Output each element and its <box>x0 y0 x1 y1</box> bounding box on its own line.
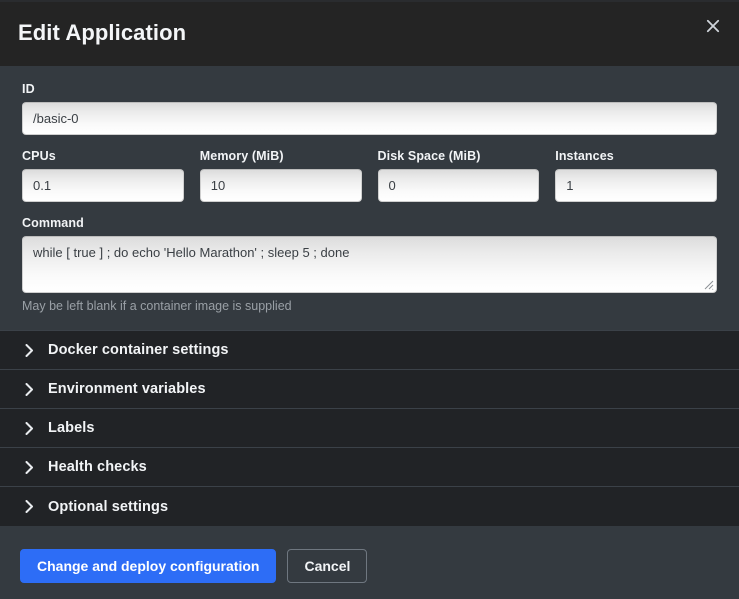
dialog-footer: Change and deploy configuration Cancel <box>0 532 739 599</box>
accordion-label: Environment variables <box>48 381 206 397</box>
accordion-item-labels[interactable]: Labels <box>0 409 739 448</box>
settings-accordion: Docker container settings Environment va… <box>0 330 739 526</box>
edit-application-dialog: Edit Application ID CPUs Memory (MiB) Di <box>0 0 739 599</box>
command-help-text: May be left blank if a container image i… <box>22 299 717 313</box>
accordion-label: Docker container settings <box>48 342 229 358</box>
command-label: Command <box>22 216 717 230</box>
disk-space-label: Disk Space (MiB) <box>378 149 540 163</box>
accordion-item-health-checks[interactable]: Health checks <box>0 448 739 487</box>
field-group-memory: Memory (MiB) <box>200 149 362 202</box>
dialog-body: ID CPUs Memory (MiB) Disk Space (MiB) In… <box>0 66 739 532</box>
field-group-id: ID <box>22 82 717 135</box>
cpus-input[interactable] <box>22 169 184 202</box>
accordion-label: Health checks <box>48 459 147 475</box>
field-group-command: Command while [ true ] ; do echo 'Hello … <box>22 216 717 313</box>
cancel-button[interactable]: Cancel <box>287 549 367 583</box>
chevron-right-icon <box>22 382 36 396</box>
chevron-right-icon <box>22 460 36 474</box>
id-label: ID <box>22 82 717 96</box>
instances-label: Instances <box>555 149 717 163</box>
accordion-label: Optional settings <box>48 499 168 515</box>
close-icon[interactable] <box>701 14 725 38</box>
dialog-header: Edit Application <box>0 0 739 66</box>
disk-space-input[interactable] <box>378 169 540 202</box>
command-textarea-wrap: while [ true ] ; do echo 'Hello Marathon… <box>22 236 717 293</box>
id-input[interactable] <box>22 102 717 135</box>
chevron-right-icon <box>22 500 36 514</box>
change-and-deploy-configuration-button[interactable]: Change and deploy configuration <box>20 549 276 583</box>
instances-input[interactable] <box>555 169 717 202</box>
accordion-item-docker-container-settings[interactable]: Docker container settings <box>0 331 739 370</box>
field-group-cpus: CPUs <box>22 149 184 202</box>
field-group-instances: Instances <box>555 149 717 202</box>
window-top-strip <box>0 0 739 2</box>
dialog-title: Edit Application <box>18 22 186 44</box>
field-group-disk-space: Disk Space (MiB) <box>378 149 540 202</box>
accordion-item-optional-settings[interactable]: Optional settings <box>0 487 739 526</box>
cpus-label: CPUs <box>22 149 184 163</box>
memory-input[interactable] <box>200 169 362 202</box>
command-textarea[interactable]: while [ true ] ; do echo 'Hello Marathon… <box>22 236 717 293</box>
accordion-item-environment-variables[interactable]: Environment variables <box>0 370 739 409</box>
memory-label: Memory (MiB) <box>200 149 362 163</box>
chevron-right-icon <box>22 421 36 435</box>
accordion-label: Labels <box>48 420 95 436</box>
chevron-right-icon <box>22 343 36 357</box>
resources-row: CPUs Memory (MiB) Disk Space (MiB) Insta… <box>22 149 717 202</box>
